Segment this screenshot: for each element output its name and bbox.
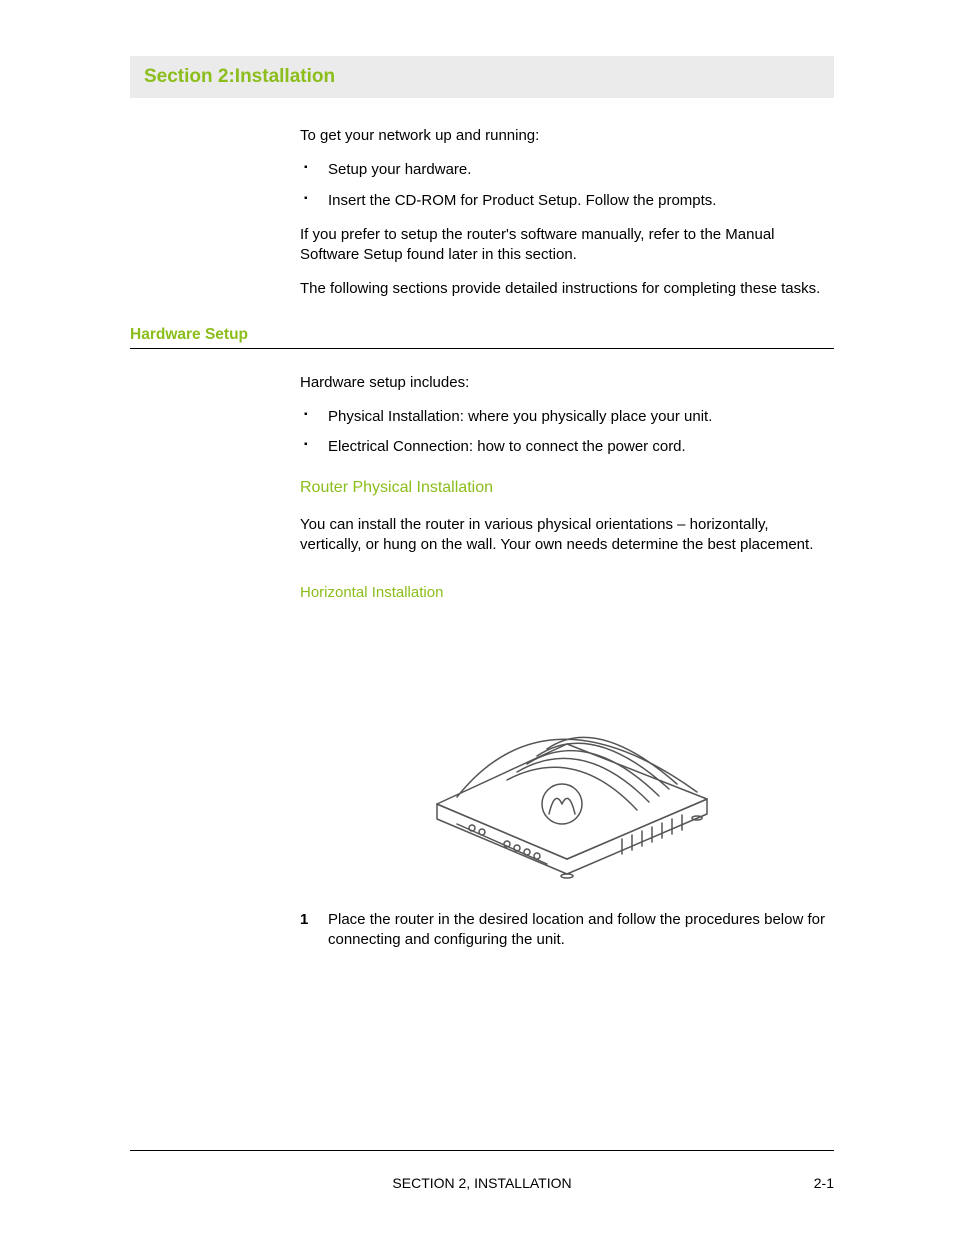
- router-illustration: [300, 624, 834, 890]
- list-item: Physical Installation: where you physica…: [300, 407, 834, 427]
- intro-para-3: The following sections provide detailed …: [300, 279, 834, 299]
- list-item: Insert the CD-ROM for Product Setup. Fol…: [300, 191, 834, 211]
- install-step-1: 1 Place the router in the desired locati…: [300, 910, 834, 951]
- hardware-lead: Hardware setup includes:: [300, 373, 834, 393]
- list-item: Electrical Connection: how to connect th…: [300, 437, 834, 457]
- footer-page-number: 2-1: [774, 1175, 834, 1191]
- horizontal-install-heading: Horizontal Installation: [300, 583, 834, 603]
- section-title-bar: Section 2:Installation: [130, 56, 834, 98]
- intro-bullets: Setup your hardware. Insert the CD-ROM f…: [300, 160, 834, 211]
- page-footer: SECTION 2, INSTALLATION 2-1: [130, 1150, 834, 1191]
- hardware-heading: Hardware Setup: [130, 326, 248, 343]
- intro-para-2: If you prefer to setup the router's soft…: [300, 225, 834, 266]
- intro-block: To get your network up and running: Setu…: [300, 126, 834, 300]
- router-physical-heading: Router Physical Installation: [300, 477, 834, 499]
- install-steps: 1 Place the router in the desired locati…: [300, 910, 834, 951]
- intro-lead: To get your network up and running:: [300, 126, 834, 146]
- footer-title: SECTION 2, INSTALLATION: [190, 1175, 774, 1191]
- hardware-heading-row: Hardware Setup: [130, 326, 834, 349]
- list-item: Setup your hardware.: [300, 160, 834, 180]
- page: Section 2:Installation To get your netwo…: [0, 0, 954, 1235]
- router-icon: [397, 624, 737, 884]
- hardware-block: Hardware setup includes: Physical Instal…: [300, 373, 834, 951]
- step-text: Place the router in the desired location…: [328, 911, 825, 948]
- section-title: Section 2:Installation: [144, 66, 335, 87]
- hardware-bullets: Physical Installation: where you physica…: [300, 407, 834, 458]
- step-number: 1: [300, 910, 308, 930]
- router-physical-para: You can install the router in various ph…: [300, 515, 834, 556]
